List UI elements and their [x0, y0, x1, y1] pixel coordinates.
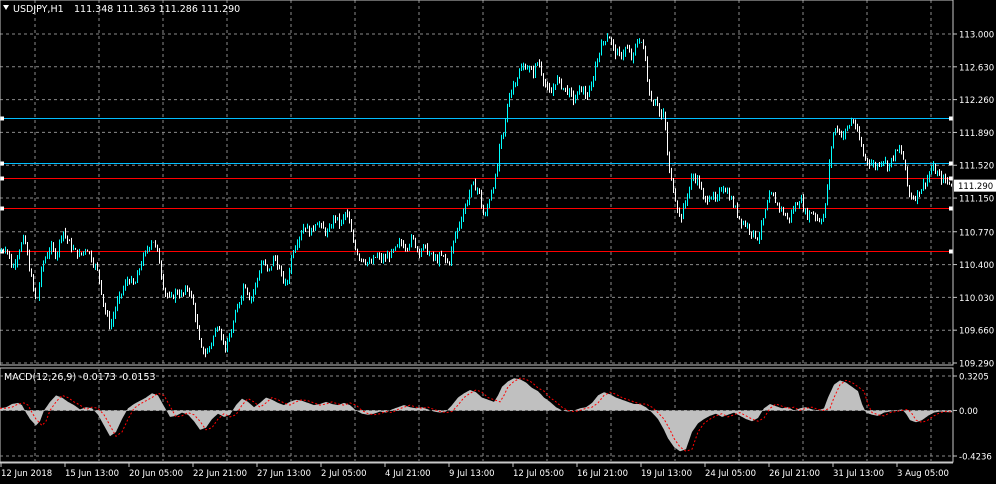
time-tick-label: 27 Jun 13:00: [257, 469, 311, 479]
price-tick-label: 110.770: [959, 228, 994, 238]
symbol-label: USDJPY,H1: [13, 4, 64, 15]
time-tick-label: 3 Aug 05:00: [897, 469, 949, 479]
time-tick-label: 20 Jun 05:00: [129, 469, 183, 479]
time-tick-label: 4 Jul 21:00: [385, 469, 431, 479]
time-tick-label: 9 Jul 13:00: [449, 469, 495, 479]
macd-tick-label: 0.00: [959, 407, 978, 417]
level-handle-right-1[interactable]: [949, 161, 953, 166]
level-handle-left-1[interactable]: [0, 161, 4, 166]
chart-window[interactable]: USDJPY,H1 111.348 111.363 111.286 111.29…: [0, 0, 996, 484]
price-tick-label: 110.400: [959, 261, 994, 271]
current-price-tag: 111.290: [954, 179, 996, 192]
time-tick-label: 24 Jul 05:00: [705, 469, 756, 479]
macd-tick-label: 0.3205: [959, 373, 989, 383]
ohlc-values: 111.348 111.363 111.286 111.290: [74, 4, 240, 15]
level-handle-right-0[interactable]: [949, 116, 953, 121]
time-tick-label: 26 Jul 21:00: [769, 469, 820, 479]
price-tick-label: 113.000: [959, 31, 994, 41]
time-tick-label: 19 Jul 13:00: [641, 469, 692, 479]
price-tick-label: 111.890: [959, 129, 994, 139]
chart-background: [0, 0, 996, 484]
time-tick-label: 15 Jun 13:00: [65, 469, 119, 479]
level-handle-left-2[interactable]: [0, 176, 4, 181]
time-tick-label: 31 Jul 13:00: [833, 469, 884, 479]
time-tick-label: 12 Jul 05:00: [513, 469, 564, 479]
level-handle-left-0[interactable]: [0, 116, 4, 121]
price-tick-label: 111.520: [959, 162, 994, 172]
time-tick-label: 2 Jul 05:00: [321, 469, 367, 479]
price-tick-label: 109.660: [959, 327, 994, 337]
price-tick-label: 112.630: [959, 63, 994, 73]
price-tick-label: 110.030: [959, 294, 994, 304]
price-tick-label: 111.150: [959, 195, 994, 205]
chart-header: USDJPY,H1 111.348 111.363 111.286 111.29…: [3, 4, 240, 15]
current-price-label: 111.290: [958, 182, 993, 192]
time-tick-label: 16 Jul 21:00: [577, 469, 628, 479]
macd-tick-label: -0.4236: [959, 453, 992, 463]
macd-label: MACD(12,26,9) -0.0173 -0.0153: [4, 372, 156, 383]
level-handle-right-4[interactable]: [949, 249, 953, 254]
level-handle-left-3[interactable]: [0, 206, 4, 211]
price-tick-label: 109.290: [959, 360, 994, 370]
time-tick-label: 12 Jun 2018: [1, 469, 52, 479]
level-handle-right-3[interactable]: [949, 206, 953, 211]
time-tick-label: 22 Jun 21:00: [193, 469, 247, 479]
price-tick-label: 112.260: [959, 96, 994, 106]
level-handle-right-2[interactable]: [949, 176, 953, 181]
